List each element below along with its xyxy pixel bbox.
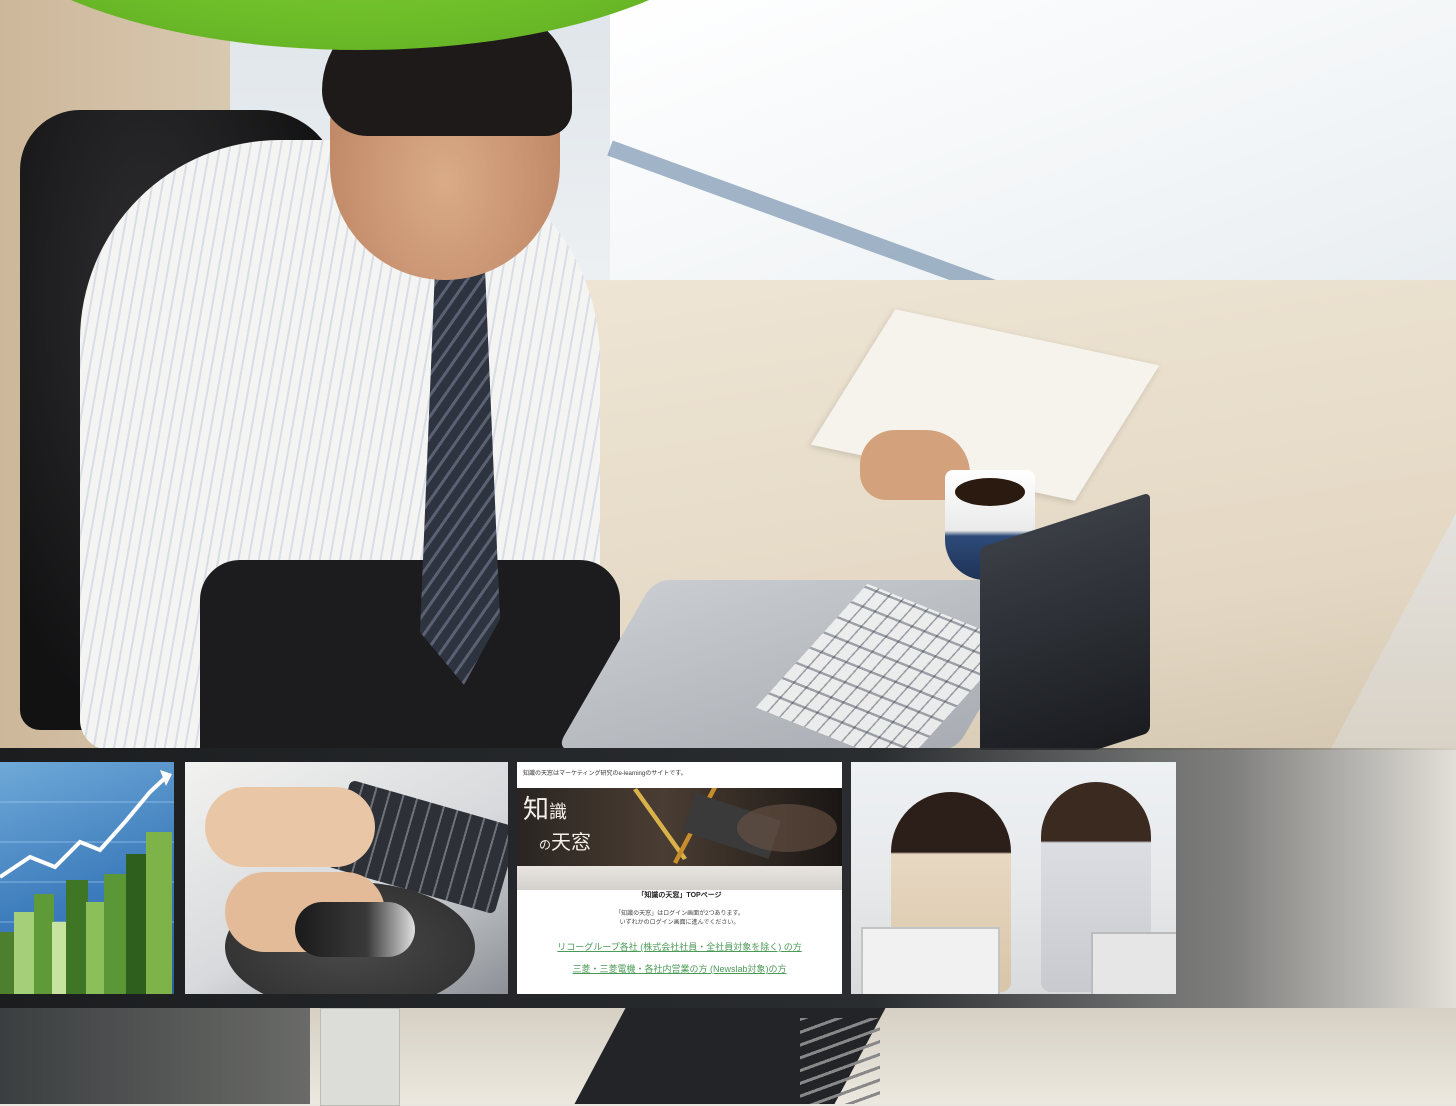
desk-shadow: [0, 1008, 310, 1104]
webpage-body-line-2: いずれかのログイン画面に進んでください。: [619, 920, 740, 926]
computer-mouse: [295, 902, 415, 957]
businessman-pants: [200, 560, 620, 750]
webpage-band: [517, 866, 842, 890]
desk-phone: [320, 1008, 400, 1106]
webpage-heading: 「知識の天窓」TOPページ: [637, 892, 722, 899]
hand-typing: [205, 787, 375, 867]
growth-arrow-icon: [0, 770, 174, 994]
logo-char-2: 識: [549, 802, 568, 823]
hero-photo: [0, 0, 1456, 750]
logo-char-4: 天窓: [551, 830, 592, 854]
bottom-desk-photo: [0, 1008, 1456, 1106]
webpage-body: 「知識の天窓」はログイン画面が2つあります。 いずれかのログイン画面に進んでくだ…: [517, 910, 842, 928]
monitor-left: [861, 927, 1000, 994]
login-link-1[interactable]: リコーグループ各社 (株式会社社員・全社員対象を除く) の方: [517, 940, 842, 953]
webpage-top-note: 知識の天窓はマーケティング研究のe-learningのサイトです。: [517, 762, 842, 784]
monitor-right: [1091, 932, 1176, 994]
thumbnail-keyboard: [185, 762, 508, 994]
thumbnail-webpage: 知識の天窓はマーケティング研究のe-learningのサイトです。 知識 の天窓…: [517, 762, 842, 994]
login-link-2[interactable]: 三菱・三菱電機・各社内営業の方 (Newslab対象)の方: [517, 962, 842, 975]
webpage-body-line-1: 「知識の天窓」はログイン画面が2つあります。: [615, 911, 744, 917]
thumbnail-women: [851, 762, 1176, 994]
notebook-rings: [800, 1018, 880, 1104]
webpage-logo: 知識 の天窓: [523, 796, 591, 859]
logo-char-3: の: [539, 838, 552, 852]
thumbnail-strip: 知識の天窓はマーケティング研究のe-learningのサイトです。 知識 の天窓…: [0, 748, 1456, 1008]
thumbnail-chart: [0, 762, 174, 994]
logo-char-1: 知: [523, 795, 550, 825]
coffee: [955, 478, 1025, 506]
